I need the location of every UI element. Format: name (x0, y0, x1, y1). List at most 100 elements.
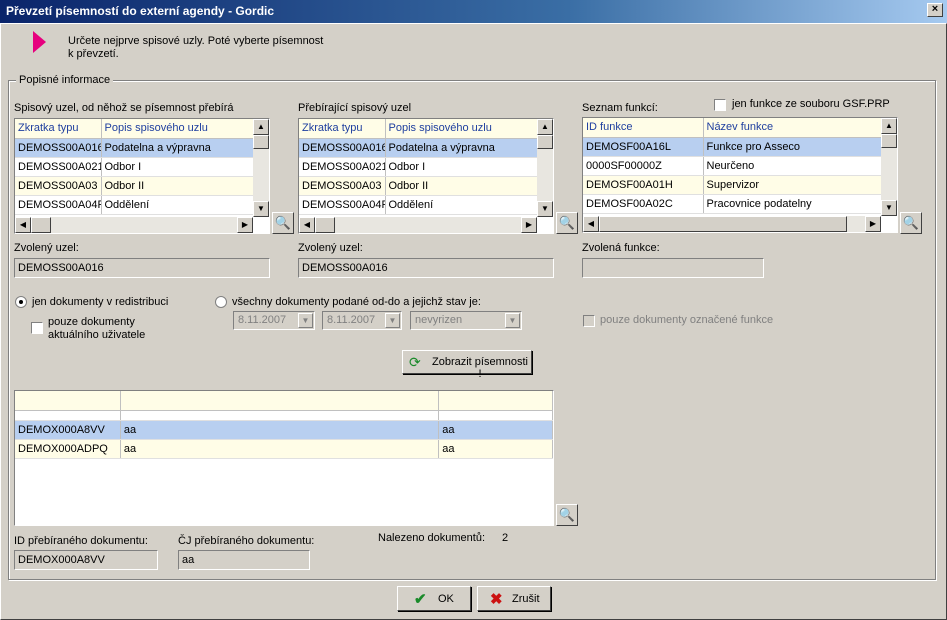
cancel-button[interactable]: ✖ Zrušit (477, 586, 551, 611)
table-row[interactable]: DEMOSS00A016 Podatelna a výpravna (15, 138, 269, 158)
cell: Supervizor (703, 175, 897, 195)
vertical-scrollbar[interactable]: ▲ ▼ (537, 119, 553, 217)
table-row[interactable]: DEMOSS00A021 Odbor I (15, 157, 269, 177)
scroll-thumb[interactable] (315, 217, 335, 233)
scroll-left-icon[interactable]: ◀ (15, 217, 31, 233)
scroll-up-icon[interactable]: ▲ (881, 118, 897, 134)
cell: DEMOSF00A01H (583, 175, 704, 195)
table-row[interactable]: DEMOSS00A03 Odbor II (299, 176, 553, 196)
state-select[interactable]: nevyrizen ▼ (410, 311, 522, 330)
functions-grid[interactable]: ID funkce Název funkce DEMOSF00A16L Funkce… (582, 117, 898, 233)
cell: Podatelna a výpravna (385, 138, 553, 158)
refresh-icon: ⟳ (409, 354, 421, 370)
scroll-right-icon[interactable]: ▶ (865, 216, 881, 232)
cell: aa (438, 420, 553, 440)
column-header[interactable] (15, 391, 121, 411)
doc-cj-label: ČJ přebíraného dokumentu: (178, 535, 315, 547)
functions-zoom-button[interactable]: 🔍 (900, 212, 922, 234)
table-row[interactable]: DEMOSS00A016 Podatelna a výpravna (299, 138, 553, 158)
current-user-label-1: pouze dokumenty (48, 316, 135, 328)
gsf-filter-checkbox[interactable] (714, 99, 726, 111)
horizontal-scrollbar[interactable]: ◀ ▶ (299, 217, 537, 233)
table-row[interactable]: DEMOX000A8VV aa aa (15, 420, 553, 440)
table-row[interactable]: DEMOSF00A02C Pracovnice podatelny (583, 194, 897, 214)
target-zoom-button[interactable]: 🔍 (556, 212, 578, 234)
source-node-grid[interactable]: Zkratka typu Popis spisového uzlu DEMOSS0… (14, 118, 270, 234)
source-zoom-button[interactable]: 🔍 (272, 212, 294, 234)
table-row[interactable]: 0000SF00000Z Neurčeno (583, 156, 897, 176)
documents-grid[interactable]: DEMOX000A8VV aa aa DEMOX000ADPQ aa aa (14, 390, 554, 526)
window-title: Převzetí písemností do externí agendy - … (6, 4, 275, 18)
column-header[interactable]: Popis spisového uzlu (101, 119, 269, 139)
magnifier-icon: 🔍 (558, 507, 576, 522)
cell: Oddělení (385, 195, 553, 215)
scroll-left-icon[interactable]: ◀ (299, 217, 315, 233)
scroll-thumb[interactable] (253, 135, 269, 149)
scroll-right-icon[interactable]: ▶ (237, 217, 253, 233)
documents-zoom-button[interactable]: 🔍 (556, 504, 578, 526)
cell: DEMOSS00A016 (299, 138, 386, 158)
table-row[interactable]: DEMOSS00A04R Oddělení (299, 195, 553, 215)
scroll-left-icon[interactable]: ◀ (583, 216, 599, 232)
scroll-thumb[interactable] (881, 134, 897, 148)
scroll-up-icon[interactable]: ▲ (537, 119, 553, 135)
scroll-down-icon[interactable]: ▼ (881, 200, 897, 216)
radio-all-documents[interactable] (215, 296, 227, 308)
cell: aa (120, 420, 440, 440)
column-header[interactable]: Zkratka typu (299, 119, 386, 139)
column-header[interactable]: Zkratka typu (15, 119, 102, 139)
radio-redistribution-label: jen dokumenty v redistribuci (32, 296, 169, 308)
marked-function-checkbox[interactable] (583, 315, 595, 327)
date-to-value: 8.11.2007 (327, 314, 376, 326)
vertical-scrollbar[interactable]: ▲ ▼ (253, 119, 269, 217)
table-row[interactable]: DEMOSF00A16L Funkce pro Asseco (583, 137, 897, 157)
date-to-picker[interactable]: 8.11.2007 ▼ (322, 311, 402, 330)
cell: DEMOSS00A04R (15, 195, 102, 215)
horizontal-scrollbar[interactable]: ◀ ▶ (15, 217, 253, 233)
vertical-scrollbar[interactable]: ▲ ▼ (881, 118, 897, 216)
scroll-thumb[interactable] (599, 216, 847, 232)
date-from-picker[interactable]: 8.11.2007 ▼ (233, 311, 315, 330)
column-header[interactable] (120, 391, 440, 411)
chevron-down-icon[interactable]: ▼ (298, 313, 313, 328)
source-selected-field: DEMOSS00A016 (14, 258, 270, 278)
arrow-icon (33, 31, 46, 53)
state-value: nevyrizen (415, 314, 463, 326)
spacer-cell (438, 410, 553, 421)
cell: Pracovnice podatelny (703, 194, 897, 214)
column-header[interactable] (438, 391, 553, 411)
target-node-grid[interactable]: Zkratka typu Popis spisového uzlu DEMOSS0… (298, 118, 554, 234)
column-header[interactable]: Popis spisového uzlu (385, 119, 553, 139)
show-documents-button[interactable]: ⟳ Zobrazit písemnosti ! (402, 350, 532, 380)
cell: DEMOSS00A016 (15, 138, 102, 158)
table-row[interactable]: DEMOX000ADPQ aa aa (15, 439, 553, 459)
title-bar[interactable]: Převzetí písemností do externí agendy - … (0, 0, 947, 23)
scroll-thumb[interactable] (31, 217, 51, 233)
current-user-checkbox[interactable] (31, 322, 43, 334)
table-row[interactable]: DEMOSS00A021 Odbor I (299, 157, 553, 177)
x-icon: ✖ (490, 591, 503, 608)
horizontal-scrollbar[interactable]: ◀ ▶ (583, 216, 881, 232)
table-row[interactable]: DEMOSS00A04R Oddělení (15, 195, 269, 215)
chevron-down-icon[interactable]: ▼ (505, 313, 520, 328)
scroll-down-icon[interactable]: ▼ (253, 201, 269, 217)
gsf-filter-label: jen funkce ze souboru GSF.PRP (732, 98, 890, 110)
table-row[interactable]: DEMOSS00A03 Odbor II (15, 176, 269, 196)
chevron-down-icon[interactable]: ▼ (385, 313, 400, 328)
spacer-cell (120, 410, 440, 421)
scroll-right-icon[interactable]: ▶ (521, 217, 537, 233)
cell: Funkce pro Asseco (703, 137, 897, 157)
radio-redistribution[interactable] (15, 296, 27, 308)
cancel-label: Zrušit (512, 593, 540, 605)
source-node-label: Spisový uzel, od něhož se písemnost přeb… (14, 102, 234, 114)
cell: 0000SF00000Z (583, 156, 704, 176)
column-header[interactable]: ID funkce (583, 118, 704, 138)
scroll-down-icon[interactable]: ▼ (537, 201, 553, 217)
column-header[interactable]: Název funkce (703, 118, 897, 138)
scroll-thumb[interactable] (537, 135, 553, 149)
cell: DEMOX000ADPQ (15, 439, 121, 459)
scroll-up-icon[interactable]: ▲ (253, 119, 269, 135)
ok-button[interactable]: ✔ OK (397, 586, 471, 611)
table-row[interactable]: DEMOSF00A01H Supervizor (583, 175, 897, 195)
close-button[interactable]: × (927, 3, 943, 17)
